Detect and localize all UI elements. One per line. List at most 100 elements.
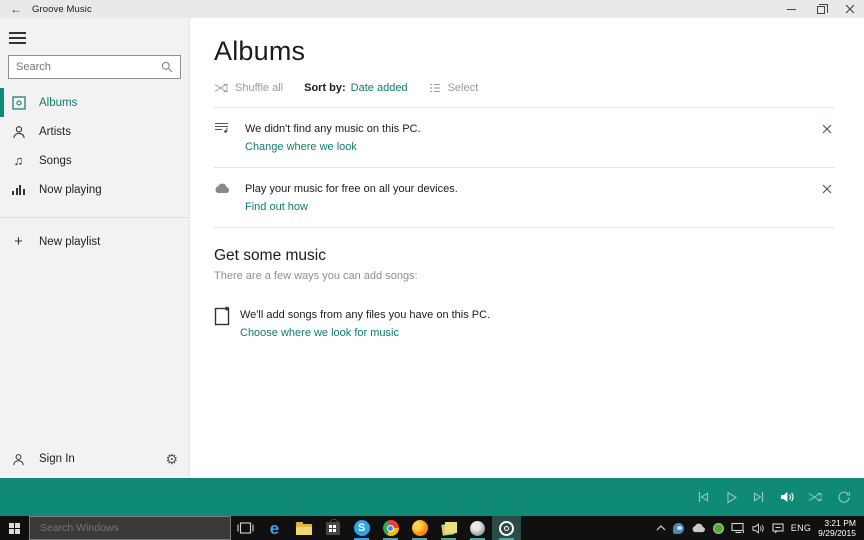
- songs-icon: ♫: [13, 153, 24, 168]
- dismiss-notification-button[interactable]: [819, 121, 835, 137]
- play-button[interactable]: [717, 483, 745, 511]
- select-icon: [429, 83, 441, 93]
- sidebar-item-label: Artists: [39, 125, 71, 138]
- desktop: ← Groove Music Search Albums Artists ♫ S…: [0, 0, 864, 540]
- select-button[interactable]: Select: [429, 82, 478, 94]
- taskbar-app-skype[interactable]: S: [347, 516, 376, 540]
- sidebar: Albums Artists ♫ Songs Now playing: [0, 18, 190, 478]
- windows-logo-icon: [9, 522, 20, 534]
- date-label: 9/29/2015: [818, 528, 856, 538]
- find-out-how-link[interactable]: Find out how: [245, 201, 308, 213]
- taskbar-search-box[interactable]: [29, 516, 231, 540]
- notification-text: Play your music for free on all your dev…: [245, 183, 458, 195]
- volume-button[interactable]: [773, 483, 801, 511]
- sidebar-item-songs[interactable]: ♫ Songs: [0, 146, 189, 175]
- toolbar: Shuffle all Sort by: Date added Select: [214, 82, 835, 94]
- change-where-we-look-link[interactable]: Change where we look: [245, 141, 357, 153]
- sidebar-item-albums[interactable]: Albums: [0, 88, 189, 117]
- sign-in-icon: [11, 453, 26, 466]
- sort-by-label: Sort by:: [304, 82, 346, 94]
- chevron-up-icon: [656, 525, 666, 531]
- network-icon[interactable]: [731, 522, 745, 534]
- sidebar-divider: [0, 217, 189, 218]
- add-songs-text: We'll add songs from any files you have …: [240, 309, 491, 321]
- language-indicator[interactable]: ENG: [791, 523, 811, 533]
- restore-icon: [816, 4, 828, 14]
- sidebar-item-now-playing[interactable]: Now playing: [0, 175, 189, 204]
- player-bar: [0, 478, 864, 516]
- shuffle-all-button[interactable]: Shuffle all: [235, 82, 283, 94]
- taskbar-app-store[interactable]: [318, 516, 347, 540]
- artists-icon: [11, 125, 26, 139]
- game-icon: [470, 520, 485, 536]
- add-songs-row: We'll add songs from any files you have …: [214, 305, 835, 341]
- taskbar-app-edge[interactable]: e: [260, 516, 289, 540]
- skype-icon: S: [353, 520, 370, 536]
- albums-icon: [11, 95, 26, 110]
- store-icon: [325, 518, 340, 535]
- search-icon: [161, 61, 173, 73]
- tray-bird-icon[interactable]: [672, 522, 684, 534]
- search-box[interactable]: [8, 55, 181, 79]
- groove-music-icon: [499, 520, 514, 536]
- start-button[interactable]: [0, 516, 29, 540]
- new-playlist-label: New playlist: [39, 235, 101, 248]
- sign-in-button[interactable]: Sign In: [39, 453, 75, 465]
- repeat-button[interactable]: [829, 483, 857, 511]
- close-icon: [822, 124, 832, 134]
- tray-app-icon[interactable]: [712, 522, 724, 534]
- onedrive-cloud-icon[interactable]: [691, 523, 706, 533]
- tray-chevron-button[interactable]: [656, 525, 666, 531]
- sidebar-item-label: Songs: [39, 154, 72, 167]
- previous-icon: [698, 492, 709, 502]
- sort-value-dropdown[interactable]: Date added: [351, 82, 408, 94]
- next-icon: [753, 492, 764, 502]
- task-view-button[interactable]: [231, 516, 260, 540]
- minimize-button[interactable]: [777, 0, 806, 18]
- search-input[interactable]: [16, 61, 161, 73]
- pc-files-icon: [214, 305, 240, 341]
- action-center-icon[interactable]: [772, 522, 784, 534]
- music-list-icon: [214, 119, 232, 155]
- window-title: Groove Music: [32, 3, 92, 15]
- main-content: Albums Shuffle all Sort by: Date added S…: [190, 18, 864, 478]
- taskbar-app-firefox[interactable]: [405, 516, 434, 540]
- next-button[interactable]: [745, 483, 773, 511]
- back-button[interactable]: ←: [0, 2, 32, 16]
- taskbar-search-input[interactable]: [40, 522, 230, 534]
- volume-icon: [780, 492, 794, 502]
- time-label: 3:21 PM: [824, 518, 856, 528]
- sidebar-item-label: Albums: [39, 96, 78, 109]
- titlebar: ← Groove Music: [0, 0, 864, 18]
- settings-gear-icon[interactable]: ⚙: [165, 452, 178, 466]
- sidebar-item-artists[interactable]: Artists: [0, 117, 189, 146]
- taskbar-app-file-explorer[interactable]: [289, 516, 318, 540]
- sidebar-item-label: Now playing: [39, 183, 102, 196]
- volume-tray-icon[interactable]: [752, 522, 765, 534]
- clock[interactable]: 3:21 PM 9/29/2015: [818, 518, 859, 538]
- shuffle-icon: [214, 83, 228, 93]
- dismiss-notification-button[interactable]: [819, 181, 835, 197]
- notification-free-music: Play your music for free on all your dev…: [214, 168, 835, 225]
- restore-button[interactable]: [806, 0, 835, 18]
- hamburger-menu-button[interactable]: [9, 32, 27, 44]
- close-icon: [822, 184, 832, 194]
- taskbar-app-chrome[interactable]: [376, 516, 405, 540]
- shuffle-button[interactable]: [801, 483, 829, 511]
- new-playlist-button[interactable]: + New playlist: [0, 227, 189, 256]
- get-some-music-subtitle: There are a few ways you can add songs:: [214, 270, 418, 282]
- get-some-music-heading: Get some music: [214, 247, 326, 264]
- close-icon: [845, 4, 854, 14]
- taskbar-app-groove-music[interactable]: [492, 516, 521, 540]
- choose-where-we-look-link[interactable]: Choose where we look for music: [240, 327, 399, 339]
- minimize-icon: [787, 8, 796, 10]
- previous-button[interactable]: [689, 483, 717, 511]
- close-button[interactable]: [835, 0, 864, 18]
- shuffle-icon: [808, 493, 822, 501]
- taskbar-app-game[interactable]: [463, 516, 492, 540]
- firefox-icon: [411, 520, 428, 536]
- file-explorer-icon: [295, 521, 312, 535]
- task-view-icon: [237, 522, 254, 534]
- taskbar-app-sticky-notes[interactable]: [434, 516, 463, 540]
- plus-icon: +: [14, 232, 23, 250]
